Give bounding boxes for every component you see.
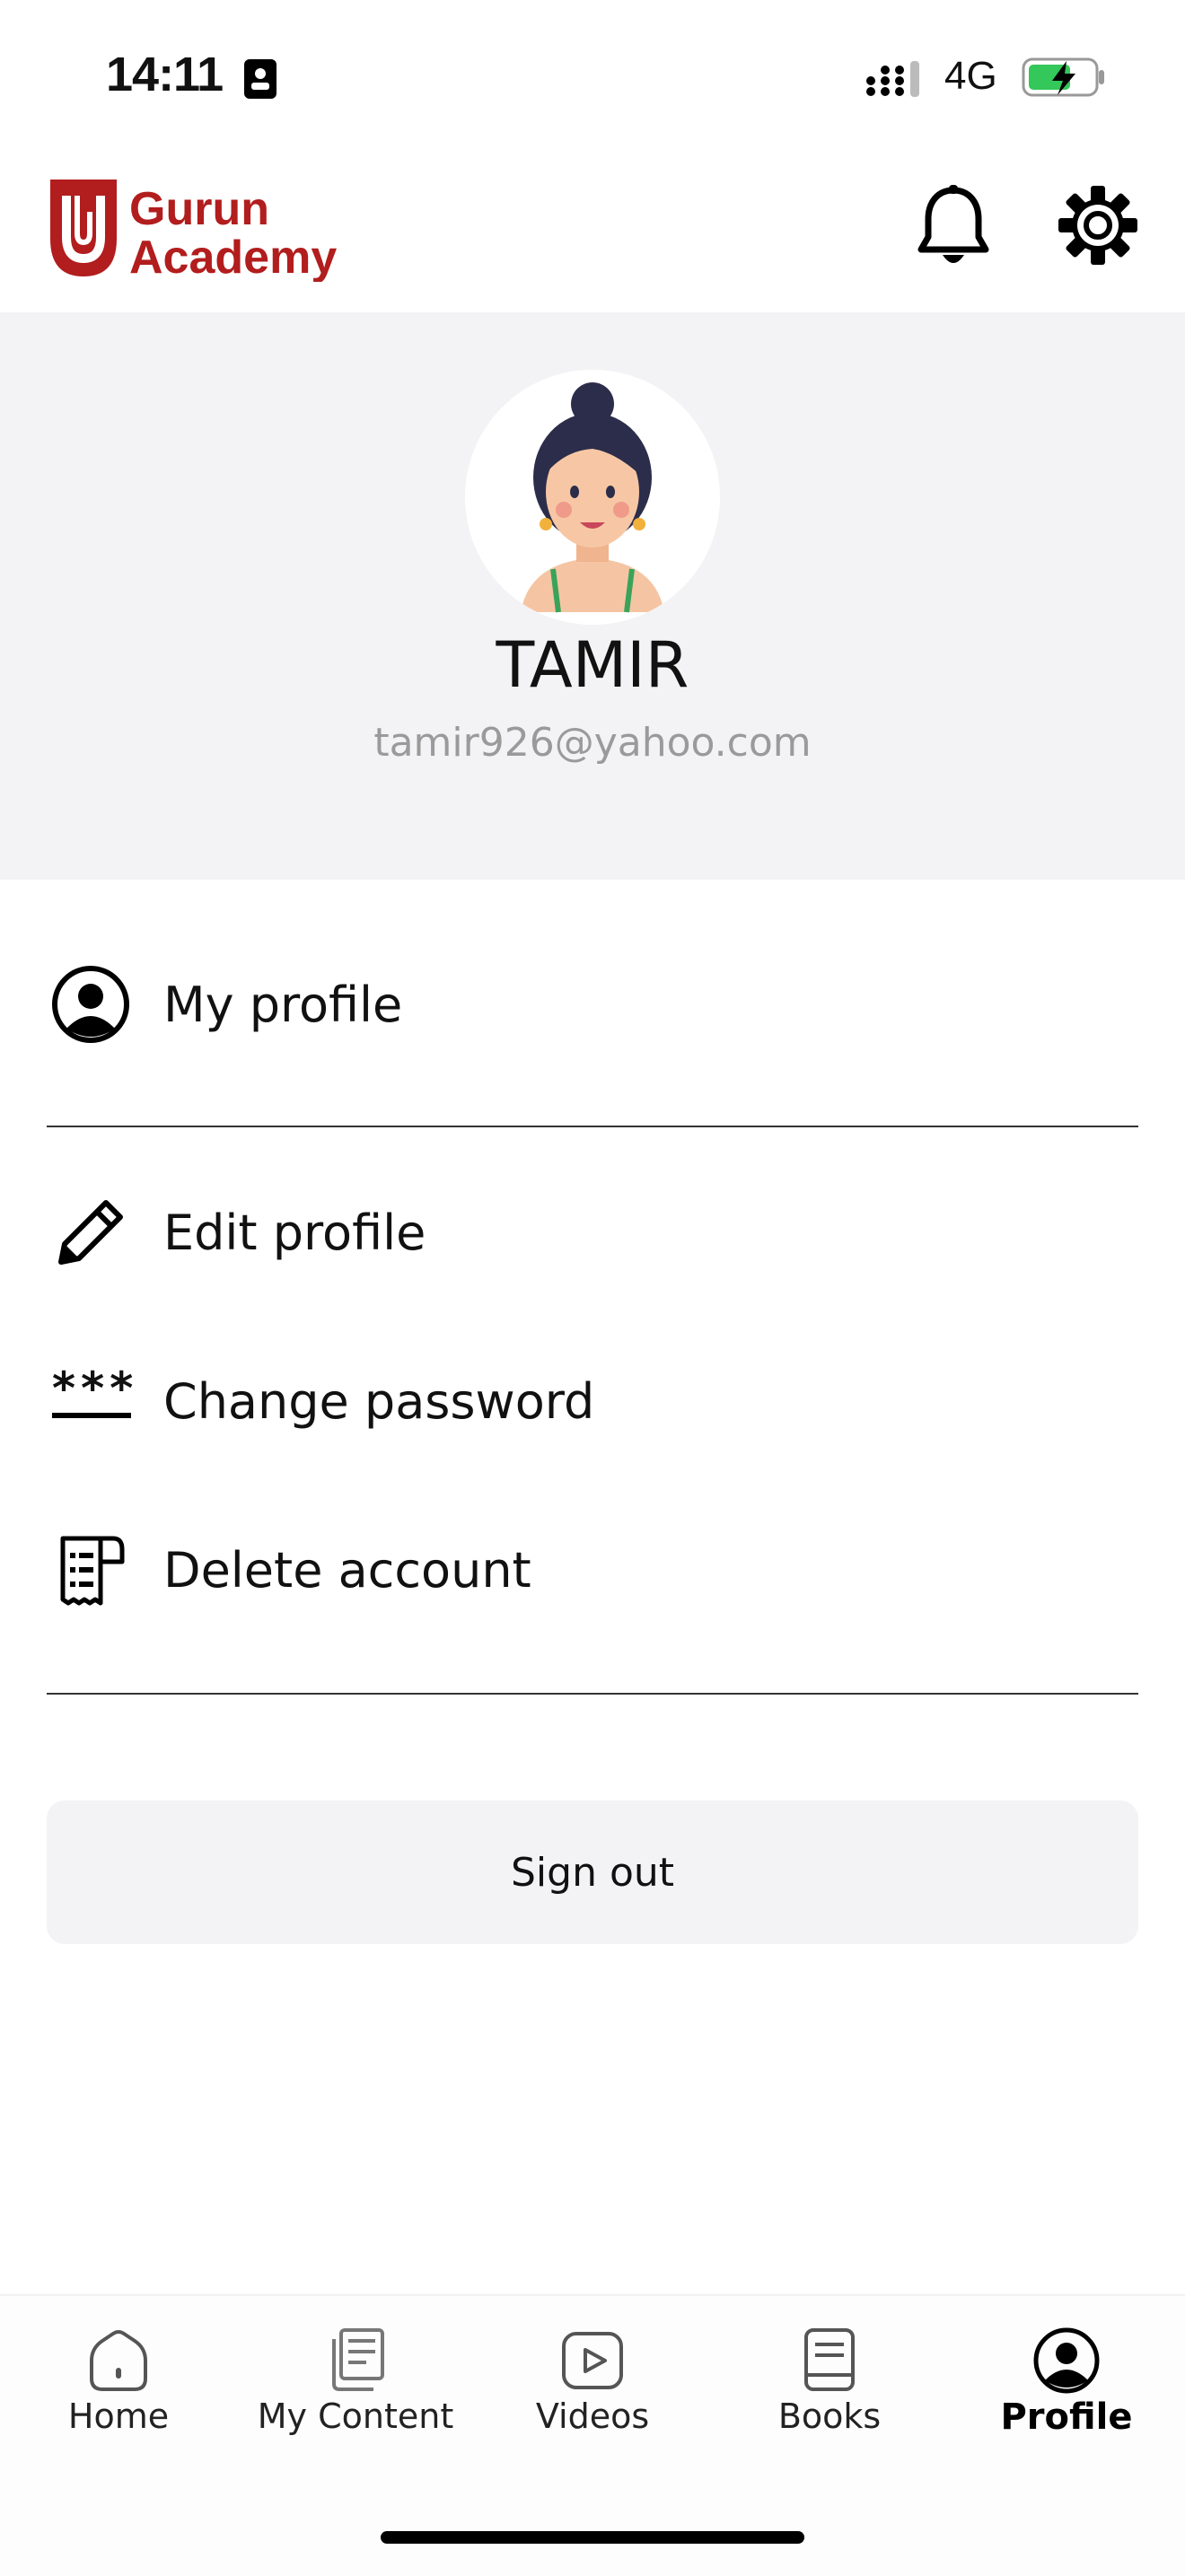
gear-icon[interactable] xyxy=(1058,185,1138,266)
video-icon xyxy=(562,2332,623,2389)
signal-icon xyxy=(866,61,919,97)
network-type: 4G xyxy=(944,54,997,98)
tab-home[interactable]: Home xyxy=(20,2325,217,2459)
divider xyxy=(47,1126,1138,1127)
profile-icon xyxy=(1033,2327,1100,2394)
home-icon xyxy=(90,2330,147,2391)
avatar-illustration xyxy=(465,370,720,625)
battery-icon xyxy=(1022,57,1104,97)
user-email: tamir926@yahoo.com xyxy=(373,720,812,766)
tab-label-profile: Profile xyxy=(1000,2396,1133,2438)
password-mask: *** xyxy=(50,1362,137,1415)
receipt-icon xyxy=(60,1536,125,1606)
home-indicator[interactable] xyxy=(381,2531,804,2544)
status-time: 14:11 xyxy=(106,48,224,101)
gurun-academy-logo: Gurun Academy xyxy=(50,180,337,282)
menu-label-edit-profile: Edit profile xyxy=(163,1205,426,1261)
menu-item-my-profile[interactable]: My profile xyxy=(47,960,1138,1050)
user-name: TAMIR xyxy=(496,628,689,702)
divider xyxy=(47,1693,1138,1695)
tab-label-my-content: My Content xyxy=(257,2396,454,2436)
tab-label-home: Home xyxy=(67,2396,170,2436)
logo-line1: Gurun xyxy=(129,183,269,235)
bell-icon[interactable] xyxy=(916,185,991,267)
tab-profile[interactable]: Profile xyxy=(968,2325,1165,2459)
menu-item-change-password[interactable]: *** Change password xyxy=(47,1357,1138,1447)
user-circle-icon xyxy=(52,966,129,1043)
sign-out-button[interactable]: Sign out xyxy=(47,1801,1138,1944)
menu-label-change-password: Change password xyxy=(163,1373,595,1430)
menu-label-delete-account: Delete account xyxy=(163,1542,531,1599)
id-card-icon xyxy=(244,59,276,99)
book-icon xyxy=(804,2328,855,2391)
tab-label-books: Books xyxy=(777,2396,882,2436)
menu-item-edit-profile[interactable]: Edit profile xyxy=(47,1188,1138,1278)
tab-label-videos: Videos xyxy=(535,2396,650,2436)
menu-item-delete-account[interactable]: Delete account xyxy=(47,1526,1138,1616)
password-asterisks-icon: *** xyxy=(50,1362,137,1438)
tab-videos[interactable]: Videos xyxy=(494,2325,691,2459)
menu-label-my-profile: My profile xyxy=(163,977,403,1033)
logo-line2: Academy xyxy=(129,232,337,282)
content-icon xyxy=(332,2328,384,2391)
pencil-icon xyxy=(58,1200,123,1265)
tab-books[interactable]: Books xyxy=(731,2325,928,2459)
tab-my-content[interactable]: My Content xyxy=(257,2325,454,2459)
avatar[interactable] xyxy=(465,370,720,625)
